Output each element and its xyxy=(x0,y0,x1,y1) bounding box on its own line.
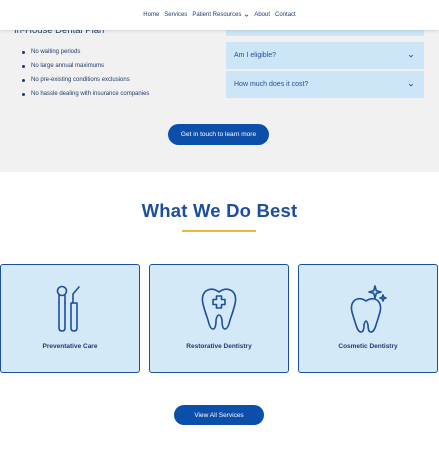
heading-divider xyxy=(182,230,256,232)
section-heading: What We Do Best xyxy=(141,200,298,221)
site-header: Home Services Patient Resources About Co… xyxy=(0,0,439,30)
list-item: No pre-existing conditions exclusions xyxy=(22,73,149,87)
list-item: No waiting periods xyxy=(22,45,149,59)
tooth-cross-icon xyxy=(201,288,237,330)
service-card-restorative-dentistry[interactable]: Restorative Dentistry xyxy=(149,264,289,373)
faq-accordion-item[interactable]: How much does it cost? xyxy=(226,71,424,98)
nav-item-patient-resources[interactable]: Patient Resources xyxy=(192,12,249,18)
service-card-cosmetic-dentistry[interactable]: Cosmetic Dentistry xyxy=(298,264,438,373)
plan-benefits-list: No waiting periods No large annual maxim… xyxy=(22,45,149,101)
chevron-down-icon xyxy=(245,13,249,17)
faq-accordion-item[interactable]: Am I eligible? xyxy=(226,42,424,69)
faq-question: How much does it cost? xyxy=(234,81,309,88)
sparkling-tooth-icon xyxy=(350,285,387,333)
chevron-down-icon xyxy=(408,83,414,86)
view-all-services-button[interactable]: View All Services xyxy=(174,405,264,425)
dental-tools-icon xyxy=(56,285,80,332)
service-card-label: Preventative Care xyxy=(42,343,98,350)
nav-item-about[interactable]: About xyxy=(254,12,270,18)
main-nav: Home Services Patient Resources About Co… xyxy=(143,12,295,18)
chevron-down-icon xyxy=(408,54,414,57)
faq-question: Am I eligible? xyxy=(234,52,277,59)
service-card-label: Cosmetic Dentistry xyxy=(338,343,398,350)
service-card-preventative-care[interactable]: Preventative Care xyxy=(0,264,140,373)
list-item: No large annual maximums xyxy=(22,59,149,73)
nav-item-contact[interactable]: Contact xyxy=(275,12,296,18)
list-item: No hassle dealing with insurance compani… xyxy=(22,87,149,101)
nav-item-home[interactable]: Home xyxy=(143,12,159,18)
nav-item-label: Patient Resources xyxy=(192,12,242,18)
service-card-label: Restorative Dentistry xyxy=(186,343,252,350)
contact-button[interactable]: Get in touch to learn more xyxy=(168,124,269,145)
nav-item-services[interactable]: Services xyxy=(164,12,187,18)
